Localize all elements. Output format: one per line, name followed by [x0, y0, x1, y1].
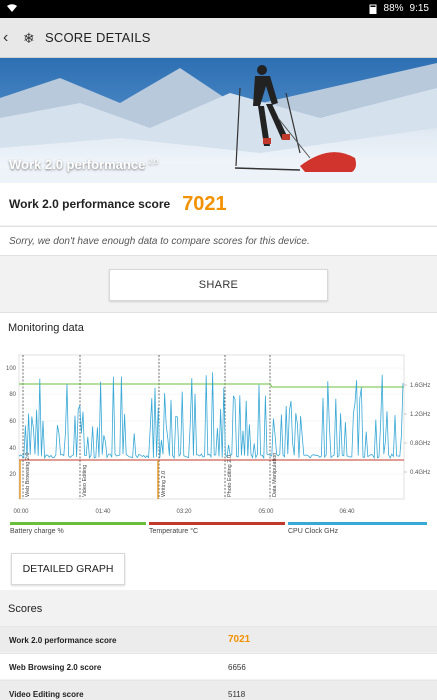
monitoring-chart: 100 80 60 40 20 1.6GHz 1.2GHz 0.8GHz 0.4GHz 00:00… — [6, 354, 430, 515]
y-tick-left: 60 — [9, 419, 16, 425]
battery-icon — [369, 4, 377, 14]
score-row-name: Work 2.0 performance score — [9, 636, 117, 645]
x-tick: 06:40 — [339, 509, 355, 515]
status-right: 88% 9:15 — [368, 3, 429, 14]
y-tick-left: 20 — [9, 472, 16, 478]
score-summary: Work 2.0 performance score 7021 — [0, 183, 437, 225]
legend-battery-label: Battery charge % — [10, 528, 64, 535]
x-tick: 00:00 — [13, 509, 29, 515]
hero-image: Work 2.0 performance 2.0 — [0, 58, 437, 183]
segment-label: Web Browsing 2.0 — [25, 452, 31, 497]
scores-title: Scores — [8, 603, 43, 615]
y-tick-right: 1.6GHz — [410, 383, 430, 389]
page-title: SCORE DETAILS — [45, 30, 151, 45]
x-tick: 03:20 — [176, 509, 192, 515]
score-row: Video Editing score 5118 — [0, 680, 437, 700]
y-tick-left: 100 — [6, 366, 17, 372]
snowflake-icon: ❄ — [23, 29, 35, 46]
score-value: 7021 — [182, 192, 227, 215]
y-tick-right: 0.8GHz — [410, 441, 430, 447]
back-chevron-icon[interactable]: ‹ — [3, 29, 23, 47]
y-tick-left: 80 — [9, 392, 16, 398]
legend-cpu-swatch — [288, 522, 427, 525]
monitoring-card: Monitoring data 100 80 60 40 20 1.6GHz 1.2GHz 0… — [0, 312, 437, 590]
score-row-value: 7021 — [228, 634, 251, 645]
battery-line — [19, 383, 404, 388]
legend-battery-swatch — [10, 522, 146, 525]
detailed-graph-button[interactable]: DETAILED GRAPH — [11, 553, 125, 585]
battery-percent: 88% — [383, 3, 404, 14]
y-tick-right: 0.4GHz — [410, 470, 430, 476]
score-row: Web Browsing 2.0 score 6656 — [0, 653, 437, 679]
score-row: Work 2.0 performance score 7021 — [0, 626, 437, 652]
x-tick: 01:40 — [95, 509, 111, 515]
y-tick-left: 40 — [9, 446, 16, 452]
hero-caption-text: Work 2.0 performance — [9, 157, 146, 172]
segment-label: Writing 2.0 — [161, 471, 167, 497]
y-tick-right: 1.2GHz — [410, 412, 430, 418]
app-bar: ‹ ❄ SCORE DETAILS — [0, 18, 437, 58]
legend-temperature-label: Temperature °C — [149, 528, 199, 535]
score-row-value: 5118 — [228, 690, 246, 699]
cpu-clock-line — [18, 372, 404, 460]
legend-cpu-label: CPU Clock GHz — [288, 528, 339, 535]
segment-label: Photo Editing 2.0 — [227, 455, 233, 497]
legend-temperature-swatch — [149, 522, 285, 525]
score-row-name: Web Browsing 2.0 score — [9, 663, 102, 672]
score-row-name: Video Editing score — [9, 690, 84, 699]
score-row-value: 6656 — [228, 663, 246, 672]
clock: 9:15 — [409, 3, 429, 14]
share-button[interactable]: SHARE — [109, 269, 328, 301]
comparison-notice: Sorry, we don't have enough data to comp… — [0, 226, 437, 256]
status-bar: 88% 9:15 — [0, 0, 437, 18]
wifi-icon — [6, 3, 18, 16]
segment-label: Video Editing — [82, 465, 88, 497]
hero-version: 2.0 — [148, 158, 159, 166]
x-tick: 05:00 — [258, 509, 274, 515]
segment-label: Data Manipulation — [272, 453, 278, 497]
hero-caption: Work 2.0 performance 2.0 — [9, 157, 158, 172]
score-label: Work 2.0 performance score — [9, 197, 171, 211]
monitoring-title: Monitoring data — [8, 322, 84, 334]
